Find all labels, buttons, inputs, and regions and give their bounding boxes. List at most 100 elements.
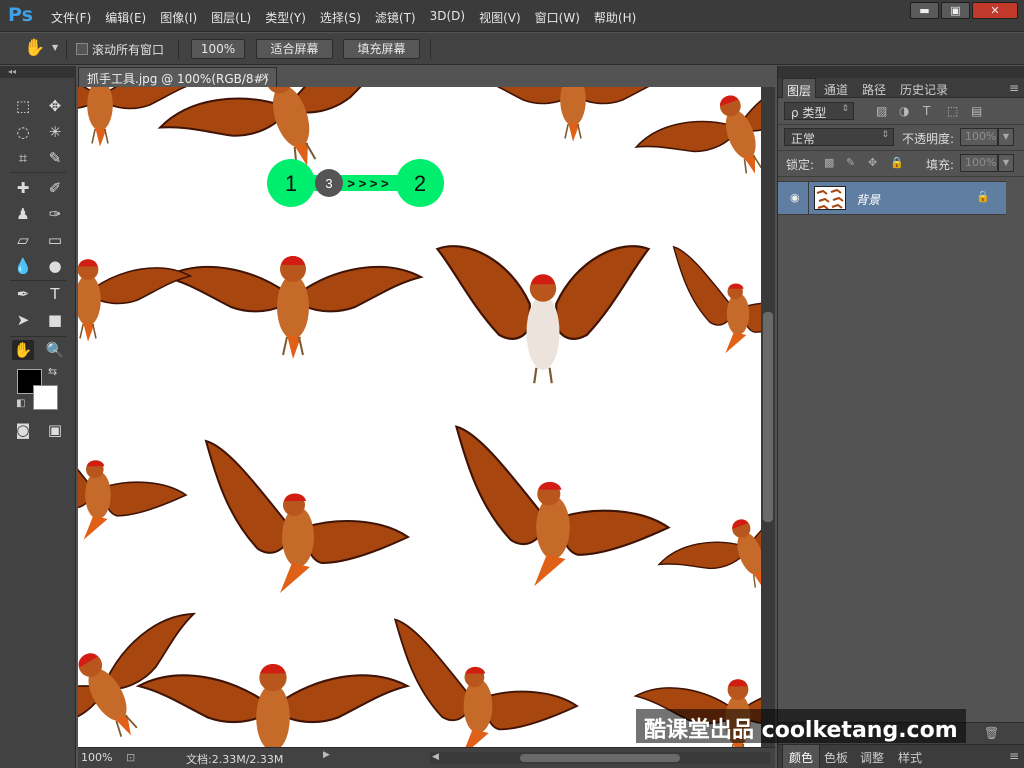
panel-menu-icon[interactable]: ≡ bbox=[1009, 81, 1019, 95]
eyedropper-tool-icon[interactable]: ✎ bbox=[44, 148, 66, 168]
tools-collapse-icon[interactable]: ◂◂ bbox=[0, 66, 76, 78]
adjustment-filter-icon[interactable]: ◑ bbox=[899, 104, 909, 118]
hand-tool-icon[interactable]: ✋ bbox=[12, 340, 34, 360]
tab-color[interactable]: 颜色 bbox=[782, 745, 821, 768]
tab-swatches[interactable]: 色板 bbox=[824, 749, 848, 766]
scroll-all-windows-label: 滚动所有窗口 bbox=[92, 43, 165, 57]
tab-styles[interactable]: 样式 bbox=[898, 749, 922, 766]
clone-stamp-tool-icon[interactable]: ♟ bbox=[12, 204, 34, 224]
opacity-input[interactable]: 100% bbox=[960, 128, 998, 146]
shape-filter-icon[interactable]: ⬚ bbox=[947, 104, 958, 118]
tab-adjustments[interactable]: 调整 bbox=[860, 749, 884, 766]
dodge-tool-icon[interactable]: ● bbox=[44, 256, 66, 276]
tab-channels[interactable]: 通道 bbox=[824, 81, 848, 98]
menu-layer[interactable]: 图层(L) bbox=[211, 9, 251, 26]
panel-menu-icon[interactable]: ≡ bbox=[1009, 749, 1019, 763]
smart-object-filter-icon[interactable]: ▤ bbox=[971, 104, 982, 118]
healing-brush-tool-icon[interactable]: ✚ bbox=[12, 178, 34, 198]
eye-icon[interactable]: ◉ bbox=[790, 191, 800, 204]
preset-caret-icon[interactable]: ▼ bbox=[52, 43, 58, 52]
hand-tool-preset-icon[interactable]: ✋ bbox=[24, 38, 45, 58]
scroll-all-windows-checkbox[interactable] bbox=[76, 43, 88, 55]
lock-transparent-icon[interactable]: ▩ bbox=[824, 156, 834, 169]
swap-colors-icon[interactable]: ⇆ bbox=[48, 365, 57, 378]
opacity-label: 不透明度: bbox=[902, 132, 955, 146]
menu-filter[interactable]: 滤镜(T) bbox=[375, 9, 416, 26]
menu-help[interactable]: 帮助(H) bbox=[594, 9, 636, 26]
fill-input[interactable]: 100% bbox=[960, 154, 998, 172]
history-brush-tool-icon[interactable]: ✑ bbox=[44, 204, 66, 224]
panel-collapse-bar[interactable] bbox=[778, 66, 1024, 78]
background-color-swatch[interactable] bbox=[33, 385, 58, 410]
close-document-icon[interactable]: × bbox=[260, 70, 270, 84]
path-selection-tool-icon[interactable]: ➤ bbox=[12, 310, 34, 330]
marquee-tool-icon[interactable]: ⬚ bbox=[12, 96, 34, 116]
blend-row: 正常 ⇕ 不透明度: 100% ▼ bbox=[778, 125, 1024, 151]
step-3-label: 3 bbox=[325, 176, 332, 191]
menu-window[interactable]: 窗口(W) bbox=[535, 9, 580, 26]
menu-edit[interactable]: 编辑(E) bbox=[105, 9, 146, 26]
menu-select[interactable]: 选择(S) bbox=[320, 9, 361, 26]
horizontal-scroll-thumb[interactable] bbox=[520, 754, 680, 762]
minimize-button[interactable]: ▬ bbox=[910, 2, 939, 19]
menu-file[interactable]: 文件(F) bbox=[51, 9, 91, 26]
lock-all-icon[interactable]: 🔒 bbox=[890, 156, 904, 169]
fill-screen-button[interactable]: 填充屏幕 bbox=[343, 39, 420, 59]
status-bar: 100% ⊡ 文档:2.33M/2.33M ▶ ◀ bbox=[78, 747, 775, 768]
vertical-scroll-thumb[interactable] bbox=[763, 312, 773, 522]
tab-paths[interactable]: 路径 bbox=[862, 81, 886, 98]
blend-mode-dropdown[interactable]: 正常 ⇕ bbox=[784, 128, 894, 146]
screen-mode-icon[interactable]: ▣ bbox=[44, 420, 66, 440]
options-bar: ✋ ▼ 滚动所有窗口 100% 适合屏幕 填充屏幕 bbox=[0, 33, 1024, 65]
maximize-button[interactable]: ▣ bbox=[941, 2, 970, 19]
opacity-slider-icon[interactable]: ▼ bbox=[998, 128, 1014, 146]
zoom-tool-icon[interactable]: 🔍 bbox=[44, 340, 66, 360]
crop-tool-icon[interactable]: ⌗ bbox=[12, 148, 34, 168]
menu-view[interactable]: 视图(V) bbox=[479, 9, 521, 26]
vertical-scrollbar[interactable] bbox=[761, 87, 775, 747]
status-menu-icon[interactable]: ⊡ bbox=[126, 751, 135, 764]
zoom-level[interactable]: 100% bbox=[81, 751, 112, 764]
magic-wand-tool-icon[interactable]: ✳ bbox=[44, 122, 66, 142]
layer-thumbnail bbox=[814, 186, 846, 210]
document-canvas[interactable]: 1 2 3 > > > > bbox=[78, 87, 761, 747]
tab-history[interactable]: 历史记录 bbox=[900, 81, 948, 98]
actual-pixels-button[interactable]: 100% bbox=[191, 39, 245, 59]
trash-icon[interactable]: 🗑 bbox=[984, 726, 999, 740]
layer-row-background[interactable]: ◉ 背景 🔒 bbox=[778, 181, 1006, 215]
default-colors-icon[interactable]: ◧ bbox=[16, 398, 25, 409]
pen-tool-icon[interactable]: ✒ bbox=[12, 284, 34, 304]
tab-layers[interactable]: 图层 bbox=[782, 78, 817, 98]
type-filter-icon[interactable]: T bbox=[923, 104, 930, 118]
blur-tool-icon[interactable]: 💧 bbox=[12, 256, 34, 276]
divider bbox=[66, 39, 67, 59]
gradient-tool-icon[interactable]: ▭ bbox=[44, 230, 66, 250]
dropdown-arrow-icon: ⇕ bbox=[881, 130, 889, 140]
lock-position-icon[interactable]: ✥ bbox=[868, 156, 877, 169]
divider bbox=[10, 172, 66, 173]
fit-screen-button[interactable]: 适合屏幕 bbox=[256, 39, 333, 59]
eraser-tool-icon[interactable]: ▱ bbox=[12, 230, 34, 250]
lock-label: 锁定: bbox=[786, 158, 815, 172]
type-tool-icon[interactable]: T bbox=[44, 284, 66, 304]
rectangle-tool-icon[interactable]: ■ bbox=[44, 310, 66, 330]
quick-mask-icon[interactable]: ◙ bbox=[12, 420, 34, 440]
fill-slider-icon[interactable]: ▼ bbox=[998, 154, 1014, 172]
brush-tool-icon[interactable]: ✐ bbox=[44, 178, 66, 198]
horizontal-scrollbar[interactable]: ◀ bbox=[430, 752, 770, 764]
filter-kind-dropdown[interactable]: ρ 类型 ⇕ bbox=[784, 102, 854, 120]
status-arrow-icon[interactable]: ▶ bbox=[323, 750, 330, 760]
menu-image[interactable]: 图像(I) bbox=[160, 9, 197, 26]
layer-filter-row: ρ 类型 ⇕ ▨ ◑ T ⬚ ▤ bbox=[778, 99, 1024, 125]
move-tool-icon[interactable]: ✥ bbox=[44, 96, 66, 116]
step-2-label: 2 bbox=[414, 171, 426, 196]
scroll-left-icon[interactable]: ◀ bbox=[432, 752, 439, 762]
lasso-tool-icon[interactable]: ◌ bbox=[12, 122, 34, 142]
app-logo: Ps bbox=[8, 4, 33, 26]
pixel-filter-icon[interactable]: ▨ bbox=[876, 104, 887, 118]
document-tab[interactable]: 抓手工具.jpg @ 100%(RGB/8#) × bbox=[78, 67, 277, 87]
lock-pixels-icon[interactable]: ✎ bbox=[846, 156, 855, 169]
menu-3d[interactable]: 3D(D) bbox=[430, 9, 465, 26]
close-button[interactable]: ✕ bbox=[972, 2, 1018, 19]
menu-type[interactable]: 类型(Y) bbox=[265, 9, 306, 26]
